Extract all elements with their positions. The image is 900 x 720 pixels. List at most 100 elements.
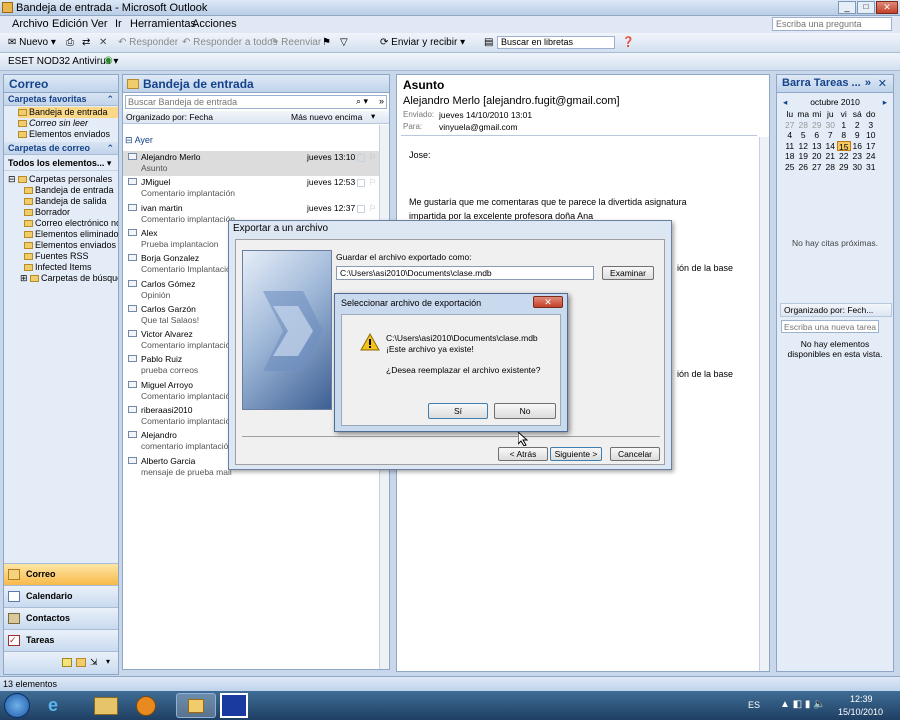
calendar-day[interactable]: 27	[810, 162, 824, 173]
calendar-day[interactable]: 30	[851, 162, 865, 173]
group-header[interactable]: ⊟ Ayer	[125, 135, 153, 146]
tray-icons[interactable]: ▲ ◧ ▮ 🔈	[780, 699, 826, 710]
calendar-day[interactable]: 12	[797, 141, 811, 152]
message-from[interactable]: Alejandro Merlo [alejandro.fugit@gmail.c…	[403, 95, 620, 107]
calendar-day[interactable]: 1	[837, 120, 851, 131]
tree-deleted[interactable]: Elementos eliminados	[24, 229, 118, 240]
favorites-header[interactable]: Carpetas favoritas ⌃	[4, 93, 118, 106]
calendar-day[interactable]: 11	[783, 141, 797, 152]
fav-sent[interactable]: Elementos enviados	[18, 129, 118, 140]
category-icon[interactable]	[357, 179, 365, 188]
reply-all-button[interactable]: ↶ Responder a todos	[182, 37, 278, 48]
arrange-header[interactable]: Organizado por: Fecha Más nuevo encima ▾	[123, 111, 389, 124]
calendar-day[interactable]: 20	[810, 151, 824, 162]
access-taskbar-button[interactable]	[220, 693, 248, 718]
calendar-day[interactable]: 7	[824, 130, 838, 141]
search-collapse-icon[interactable]: »	[379, 96, 384, 106]
back-button[interactable]: < Atrás	[498, 447, 548, 461]
tree-drafts[interactable]: Borrador	[24, 207, 118, 218]
calendar-day[interactable]: 29	[837, 162, 851, 173]
tree-inbox[interactable]: Bandeja de entrada	[24, 185, 118, 196]
menu-edicion[interactable]: Edición	[52, 18, 88, 30]
menu-archivo[interactable]: Archivo	[12, 18, 49, 30]
no-button[interactable]: No	[494, 403, 556, 419]
prev-month-arrow[interactable]: ◂	[783, 97, 787, 108]
calendar-day[interactable]: 31	[864, 162, 878, 173]
calendar-day[interactable]: 23	[851, 151, 865, 162]
to-value[interactable]: vinyuela@gmail.com	[439, 122, 518, 132]
new-button[interactable]: ✉ Nuevo ▾	[8, 37, 56, 48]
calendar-day[interactable]: 16	[851, 141, 865, 152]
clock-date[interactable]: 15/10/2010	[838, 707, 883, 717]
calendar-day[interactable]: 6	[810, 130, 824, 141]
flag-icon[interactable]: ⚐	[369, 177, 377, 188]
ie-icon[interactable]: e	[48, 695, 72, 717]
calendar-day[interactable]: 17	[864, 141, 878, 152]
task-arrange-header[interactable]: Organizado por: Fech...	[780, 303, 892, 317]
send-receive-button[interactable]: ⟳ Enviar y recibir ▾	[380, 37, 465, 48]
help-icon[interactable]: ❓	[622, 37, 634, 48]
mail-item[interactable]: Alejandro Merlo Asunto jueves 13:10 ⚐	[123, 151, 389, 176]
next-button[interactable]: Siguiente >	[550, 447, 602, 461]
calendar-day[interactable]: 26	[797, 162, 811, 173]
calendar-day[interactable]: 15	[837, 140, 851, 152]
calendar-day[interactable]: 24	[864, 151, 878, 162]
notes-icon[interactable]	[62, 658, 72, 667]
calendar-day[interactable]: 22	[837, 151, 851, 162]
media-player-icon[interactable]	[136, 696, 156, 716]
minimize-button[interactable]: _	[838, 1, 856, 14]
tree-search-folders[interactable]: ⊞ Carpetas de búsqueda	[8, 273, 118, 284]
export-path-input[interactable]: C:\Users\asi2010\Documents\clase.mdb	[336, 266, 594, 280]
ask-question-input[interactable]	[772, 17, 892, 31]
antivirus-button[interactable]: ESET NOD32 Antivirus ▾	[8, 56, 118, 67]
fav-inbox[interactable]: Bandeja de entrada	[18, 107, 118, 118]
clock-time[interactable]: 12:39	[850, 694, 873, 704]
calendar-day[interactable]: 18	[783, 151, 797, 162]
menu-ver[interactable]: Ver	[91, 18, 108, 30]
browse-button[interactable]: Examinar	[602, 266, 654, 280]
calendar-day[interactable]: 13	[810, 141, 824, 152]
menu-herramientas[interactable]: Herramientas	[130, 18, 196, 30]
mail-folders-header[interactable]: Carpetas de correo ⌃	[4, 142, 118, 155]
yes-button[interactable]: Sí	[428, 403, 488, 419]
calendar-day[interactable]: 5	[797, 130, 811, 141]
calendar-day[interactable]: 9	[851, 130, 865, 141]
search-address-books-input[interactable]: Buscar en libretas	[497, 36, 615, 49]
nav-tasks[interactable]: ✓ Tareas	[4, 629, 118, 651]
print-icon[interactable]: ⎙	[66, 37, 74, 48]
calendar-day[interactable]: 19	[797, 151, 811, 162]
calendar-day[interactable]: 28	[797, 120, 811, 131]
start-button[interactable]	[4, 693, 30, 718]
explorer-icon[interactable]	[94, 697, 118, 715]
nav-mail[interactable]: Correo	[4, 563, 118, 585]
calendar-day[interactable]: 28	[824, 162, 838, 173]
move-icon[interactable]: ⇄	[82, 37, 90, 48]
calendar-day[interactable]: 8	[837, 130, 851, 141]
delete-icon[interactable]: ✕	[99, 37, 107, 48]
reading-scrollbar[interactable]	[759, 137, 769, 671]
calendar-day[interactable]: 4	[783, 130, 797, 141]
category-icon[interactable]	[357, 154, 365, 162]
tree-infected[interactable]: Infected Items	[24, 262, 118, 273]
window-close-button[interactable]: ✕	[876, 1, 898, 14]
tree-rss[interactable]: Fuentes RSS	[24, 251, 118, 262]
calendar-day[interactable]: 30	[824, 120, 838, 131]
category-icon[interactable]	[357, 204, 365, 213]
tree-sent[interactable]: Elementos enviados	[24, 240, 118, 251]
calendar-day[interactable]: 25	[783, 162, 797, 173]
forward-button[interactable]: ↷ Reenviar	[270, 37, 321, 48]
maximize-button[interactable]: □	[857, 1, 875, 14]
close-icon[interactable]: ✕	[533, 296, 563, 308]
outlook-taskbar-button[interactable]	[176, 693, 216, 718]
calendar-day[interactable]: 29	[810, 120, 824, 131]
flag-icon[interactable]: ⚐	[369, 152, 377, 163]
language-indicator[interactable]: ES	[748, 700, 760, 710]
calendar-day[interactable]: 10	[864, 130, 878, 141]
calendar-day[interactable]: 27	[783, 120, 797, 131]
reply-button[interactable]: ↶ Responder	[118, 37, 178, 48]
flag-icon[interactable]: ⚑	[322, 37, 331, 48]
close-icon[interactable]: ✕	[878, 77, 887, 90]
menu-ir[interactable]: Ir	[115, 18, 122, 30]
nav-contacts[interactable]: Contactos	[4, 607, 118, 629]
date-navigator[interactable]: lu ma mi ju vi sá do 27 28 29 30 1 2 3 4 5 6 7 8 9 10 11 12 13 1…	[783, 109, 891, 172]
